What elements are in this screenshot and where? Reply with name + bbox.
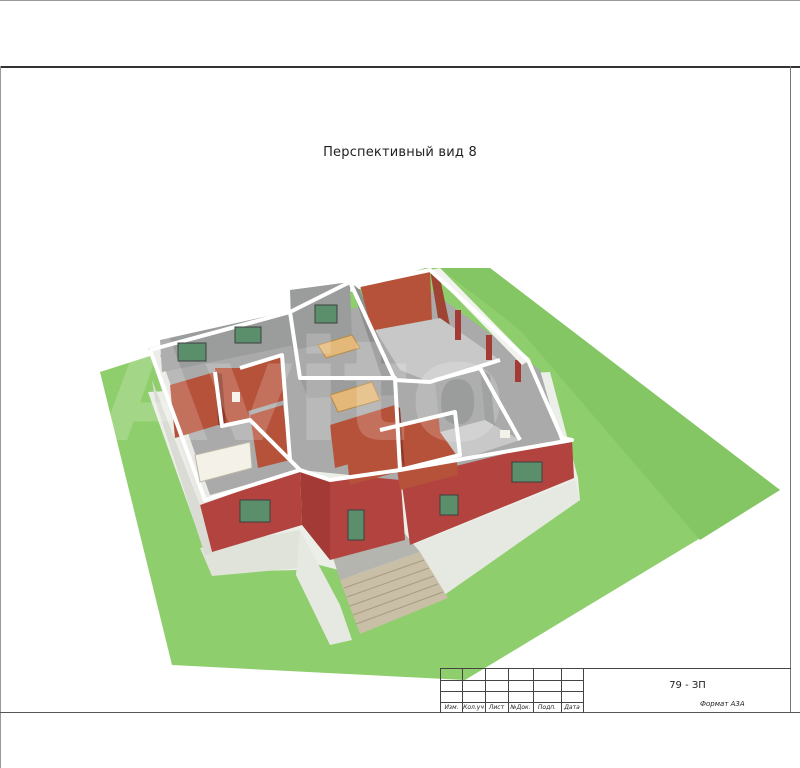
stamp-col-sign: Подп. — [537, 704, 557, 711]
document-code: 79 - ЗП — [669, 680, 706, 691]
watermark-text: Avito — [100, 311, 506, 474]
window-front-left — [239, 499, 271, 523]
stamp-col-koluch: Кол.уч — [463, 704, 484, 711]
stamp-col-doc: №Док. — [510, 704, 531, 711]
format-label: Формат А3А — [700, 700, 745, 708]
stamp-col-izm: Изм. — [444, 704, 459, 711]
door-entrance — [347, 509, 365, 541]
stamp-col-list: Лист — [488, 704, 505, 711]
window-front-right-2 — [511, 461, 543, 483]
window-front-right — [439, 494, 459, 516]
house-perspective-render: Avito — [100, 268, 780, 680]
stamp-col-date: Дата — [564, 704, 580, 711]
